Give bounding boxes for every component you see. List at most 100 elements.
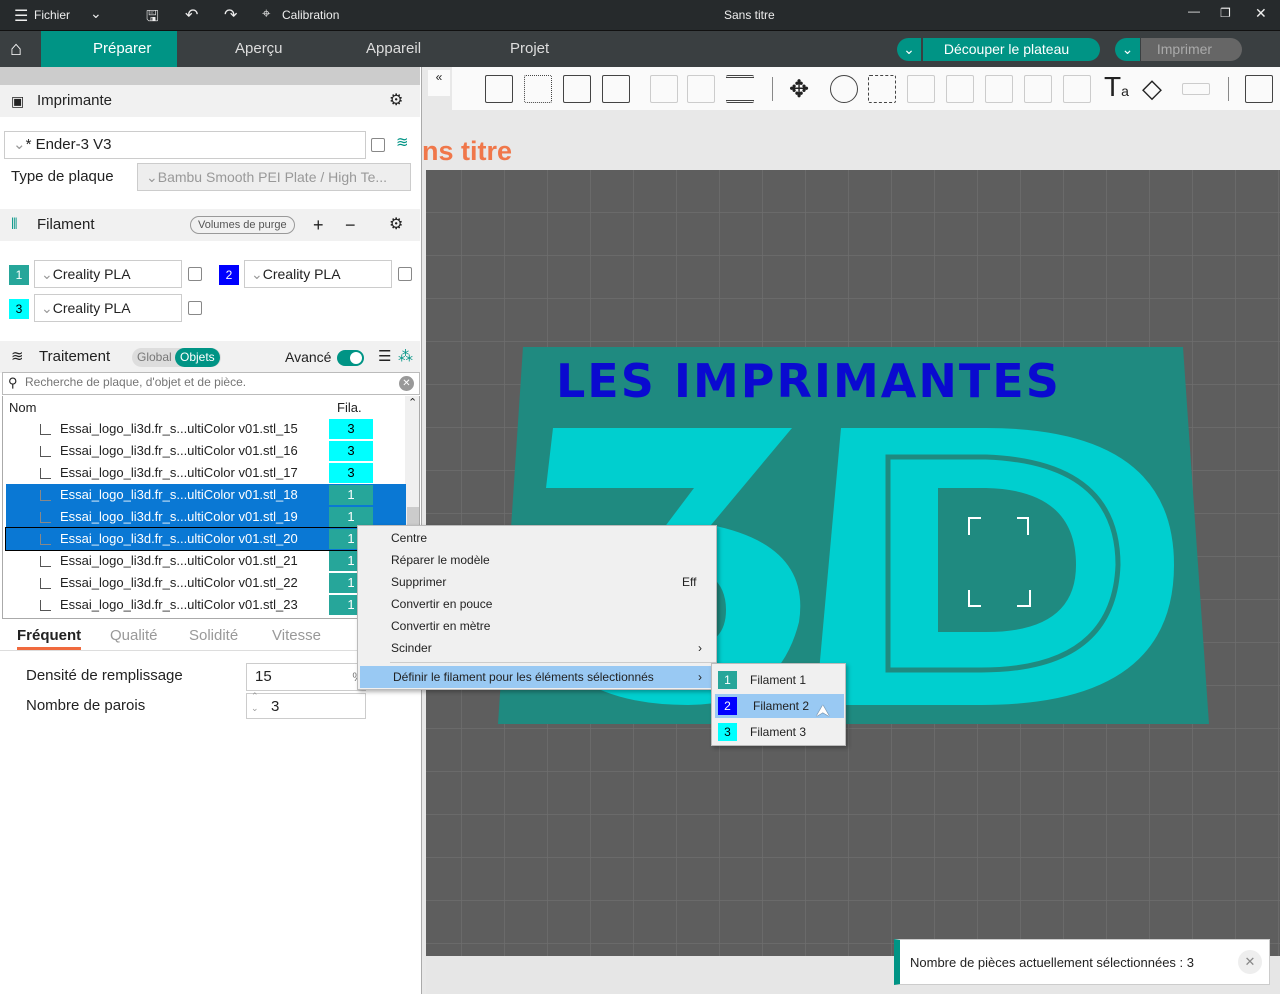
filament-swatch-2[interactable]: 2	[219, 265, 239, 285]
table-row[interactable]: Essai_logo_li3d.fr_s...ultiColor v01.stl…	[5, 527, 407, 551]
calibration-icon[interactable]: ⌖	[262, 5, 270, 22]
slice-dropdown-button[interactable]: ⌄	[897, 38, 921, 61]
clear-search-icon[interactable]: ✕	[399, 376, 414, 391]
tab-project[interactable]: Projet	[483, 31, 549, 67]
print-dropdown-button[interactable]: ⌄	[1115, 38, 1140, 61]
tab-preview[interactable]: Aperçu	[208, 31, 283, 67]
settings-compare-icon[interactable]: ⁂	[398, 341, 413, 373]
objects-option[interactable]: Objets	[175, 348, 220, 367]
global-option[interactable]: Global	[137, 341, 172, 373]
infill-input[interactable]: 15%	[246, 663, 366, 691]
close-button[interactable]: ✕	[1255, 5, 1267, 22]
edit-icon[interactable]	[188, 267, 202, 281]
filament-cell[interactable]: 3	[329, 441, 373, 461]
cut-icon[interactable]	[946, 75, 974, 103]
menu-icon[interactable]: ☰	[14, 6, 28, 26]
list-icon[interactable]: ☰	[378, 341, 391, 373]
slice-plate-button[interactable]: Découper le plateau	[923, 38, 1100, 61]
table-row[interactable]: Essai_logo_li3d.fr_s...ultiColor v01.stl…	[6, 594, 406, 616]
table-row[interactable]: Essai_logo_li3d.fr_s...ultiColor v01.stl…	[6, 440, 406, 462]
orient-icon[interactable]	[650, 75, 678, 103]
seam-paint-icon[interactable]	[1063, 75, 1091, 103]
menu-item-set-filament[interactable]: Définir le filament pour les éléments sé…	[360, 666, 714, 688]
menu-item-convert-inch[interactable]: Convertir en pouce	[358, 593, 716, 615]
place-face-icon[interactable]	[687, 75, 715, 103]
measure-icon[interactable]	[1182, 83, 1210, 95]
tab-device[interactable]: Appareil	[338, 31, 421, 67]
scale-icon[interactable]	[868, 75, 896, 103]
filament-cell[interactable]: 1	[329, 485, 373, 505]
remove-filament-button[interactable]: −	[345, 209, 356, 241]
tab-quality[interactable]: Qualité	[110, 627, 158, 644]
filament-cell[interactable]: 3	[329, 463, 373, 483]
filament-swatch-3[interactable]: 3	[9, 299, 29, 319]
tab-prepare[interactable]: Préparer	[41, 31, 177, 67]
mouse-cursor-icon: ⮝	[816, 703, 830, 720]
add-plate-icon[interactable]	[524, 75, 552, 103]
advanced-toggle[interactable]	[337, 350, 364, 366]
printer-select[interactable]: ⌄* Ender-3 V3	[4, 131, 366, 159]
menu-item-delete[interactable]: Supprimer Eff	[358, 571, 716, 593]
add-object-icon[interactable]	[485, 75, 513, 103]
filament-swatch-1[interactable]: 1	[9, 265, 29, 285]
lay-on-face-icon[interactable]	[907, 75, 935, 103]
filament-select-3[interactable]: ⌄Creality PLA	[34, 294, 182, 322]
move-icon[interactable]: ✥	[789, 75, 809, 104]
table-row[interactable]: Essai_logo_li3d.fr_s...ultiColor v01.stl…	[6, 572, 406, 594]
assembly-icon[interactable]	[1245, 75, 1273, 103]
filament-cell[interactable]: 1	[329, 507, 373, 527]
gear-icon[interactable]: ⚙	[389, 209, 403, 241]
auto-orient-icon[interactable]	[563, 75, 591, 103]
table-row[interactable]: Essai_logo_li3d.fr_s...ultiColor v01.stl…	[6, 484, 406, 506]
filament-cell[interactable]: 3	[329, 419, 373, 439]
chevron-down-icon[interactable]: ⌄	[90, 5, 102, 22]
text-icon[interactable]: Ta	[1104, 71, 1129, 103]
edit-icon[interactable]	[371, 138, 385, 152]
walls-stepper[interactable]: ⌃ ⌄ 3	[246, 691, 366, 719]
arrange-icon[interactable]	[602, 75, 630, 103]
column-header-fila[interactable]: Fila.	[337, 400, 362, 415]
table-row[interactable]: Essai_logo_li3d.fr_s...ultiColor v01.stl…	[6, 550, 406, 572]
support-paint-icon[interactable]	[1024, 75, 1052, 103]
print-button[interactable]: Imprimer	[1141, 38, 1242, 61]
file-menu[interactable]: Fichier	[34, 8, 70, 22]
menu-item-convert-meter[interactable]: Convertir en mètre	[358, 615, 716, 637]
column-header-name[interactable]: Nom	[9, 400, 36, 415]
table-row[interactable]: Essai_logo_li3d.fr_s...ultiColor v01.stl…	[6, 418, 406, 440]
purge-volumes-button[interactable]: Volumes de purge	[190, 216, 295, 234]
submenu-item-filament-1[interactable]: 1 Filament 1	[712, 668, 845, 692]
edit-icon[interactable]	[398, 267, 412, 281]
rotate-icon[interactable]	[830, 75, 858, 103]
layers-icon[interactable]	[726, 75, 754, 103]
tab-strength[interactable]: Solidité	[189, 627, 238, 644]
redo-icon[interactable]: ↷	[224, 5, 237, 25]
tab-frequent[interactable]: Fréquent	[17, 627, 82, 650]
tab-speed[interactable]: Vitesse	[272, 627, 321, 644]
filament-select-1[interactable]: ⌄Creality PLA	[34, 260, 182, 288]
add-filament-button[interactable]: +	[313, 209, 324, 241]
table-row[interactable]: Essai_logo_li3d.fr_s...ultiColor v01.stl…	[6, 506, 406, 528]
restore-button[interactable]: ❐	[1220, 6, 1231, 20]
filament-select-2[interactable]: ⌄Creality PLA	[244, 260, 392, 288]
undo-icon[interactable]: ↶	[185, 5, 198, 25]
edit-icon[interactable]	[188, 301, 202, 315]
calibration-menu[interactable]: Calibration	[282, 8, 339, 22]
menu-item-repair[interactable]: Réparer le modèle	[358, 549, 716, 571]
home-icon[interactable]: ⌂	[10, 38, 22, 61]
close-notification-button[interactable]: ✕	[1238, 950, 1262, 974]
boolean-icon[interactable]	[985, 75, 1013, 103]
submenu-item-filament-3[interactable]: 3 Filament 3	[712, 720, 845, 744]
minimize-button[interactable]: —	[1188, 4, 1200, 18]
wifi-icon[interactable]: ≋	[396, 133, 409, 151]
menu-item-split[interactable]: Scinder ›	[358, 637, 716, 659]
object-search[interactable]: ⚲ ✕	[2, 372, 420, 395]
color-paint-icon[interactable]: ◇	[1142, 73, 1162, 104]
search-input[interactable]	[25, 375, 395, 389]
table-row[interactable]: Essai_logo_li3d.fr_s...ultiColor v01.stl…	[6, 462, 406, 484]
plate-type-select[interactable]: ⌄Bambu Smooth PEI Plate / High Te...	[137, 163, 411, 191]
gear-icon[interactable]: ⚙	[389, 85, 403, 117]
printer-section-header: ▣ Imprimante ⚙	[0, 85, 420, 117]
save-icon[interactable]: 🖫	[146, 6, 159, 31]
collapse-sidebar-button[interactable]: «	[428, 70, 450, 96]
menu-item-center[interactable]: Centre	[358, 527, 716, 549]
